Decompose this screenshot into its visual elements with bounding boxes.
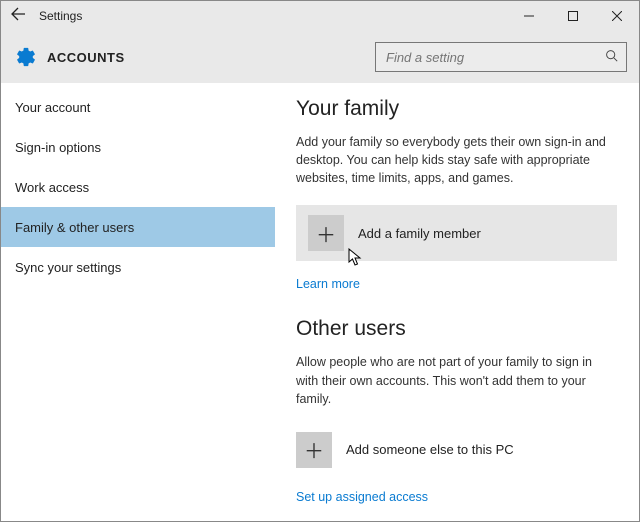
- sidebar-item-sync-settings[interactable]: Sync your settings: [1, 247, 275, 287]
- back-button[interactable]: [1, 6, 35, 26]
- plus-icon: ＋: [316, 219, 336, 248]
- minimize-icon: [524, 11, 534, 21]
- search-box[interactable]: [375, 42, 627, 72]
- sidebar-item-label: Work access: [15, 180, 89, 195]
- gear-icon: [15, 46, 37, 68]
- window-title: Settings: [35, 9, 82, 23]
- plus-icon: ＋: [304, 435, 324, 464]
- minimize-button[interactable]: [507, 1, 551, 31]
- add-other-user-label: Add someone else to this PC: [346, 442, 514, 457]
- other-users-section-title: Other users: [296, 317, 617, 341]
- sidebar-item-work-access[interactable]: Work access: [1, 167, 275, 207]
- sidebar-item-label: Sign-in options: [15, 140, 101, 155]
- close-button[interactable]: [595, 1, 639, 31]
- sidebar-item-sign-in-options[interactable]: Sign-in options: [1, 127, 275, 167]
- search-input[interactable]: [386, 50, 605, 65]
- search-icon: [605, 49, 618, 65]
- page-title: ACCOUNTS: [47, 50, 125, 65]
- add-family-member-label: Add a family member: [358, 226, 481, 241]
- add-other-user-button[interactable]: ＋ Add someone else to this PC: [296, 426, 617, 474]
- plus-icon-box: ＋: [308, 215, 344, 251]
- sidebar-item-your-account[interactable]: Your account: [1, 87, 275, 127]
- other-users-section-description: Allow people who are not part of your fa…: [296, 353, 617, 407]
- sidebar-item-label: Family & other users: [15, 220, 134, 235]
- assigned-access-link[interactable]: Set up assigned access: [296, 490, 428, 504]
- maximize-icon: [568, 11, 578, 21]
- content-pane[interactable]: Your family Add your family so everybody…: [276, 83, 639, 521]
- add-family-member-button[interactable]: ＋ Add a family member: [296, 205, 617, 261]
- sidebar-item-label: Sync your settings: [15, 260, 121, 275]
- sidebar-item-family-other-users[interactable]: Family & other users: [1, 207, 275, 247]
- learn-more-link[interactable]: Learn more: [296, 277, 360, 291]
- maximize-button[interactable]: [551, 1, 595, 31]
- family-section-title: Your family: [296, 97, 617, 121]
- sidebar-item-label: Your account: [15, 100, 90, 115]
- sidebar: Your account Sign-in options Work access…: [1, 83, 276, 521]
- titlebar: Settings: [1, 1, 639, 31]
- close-icon: [612, 11, 622, 21]
- plus-icon-box: ＋: [296, 432, 332, 468]
- family-section-description: Add your family so everybody gets their …: [296, 133, 617, 187]
- header: ACCOUNTS: [1, 31, 639, 83]
- back-arrow-icon: [10, 6, 26, 22]
